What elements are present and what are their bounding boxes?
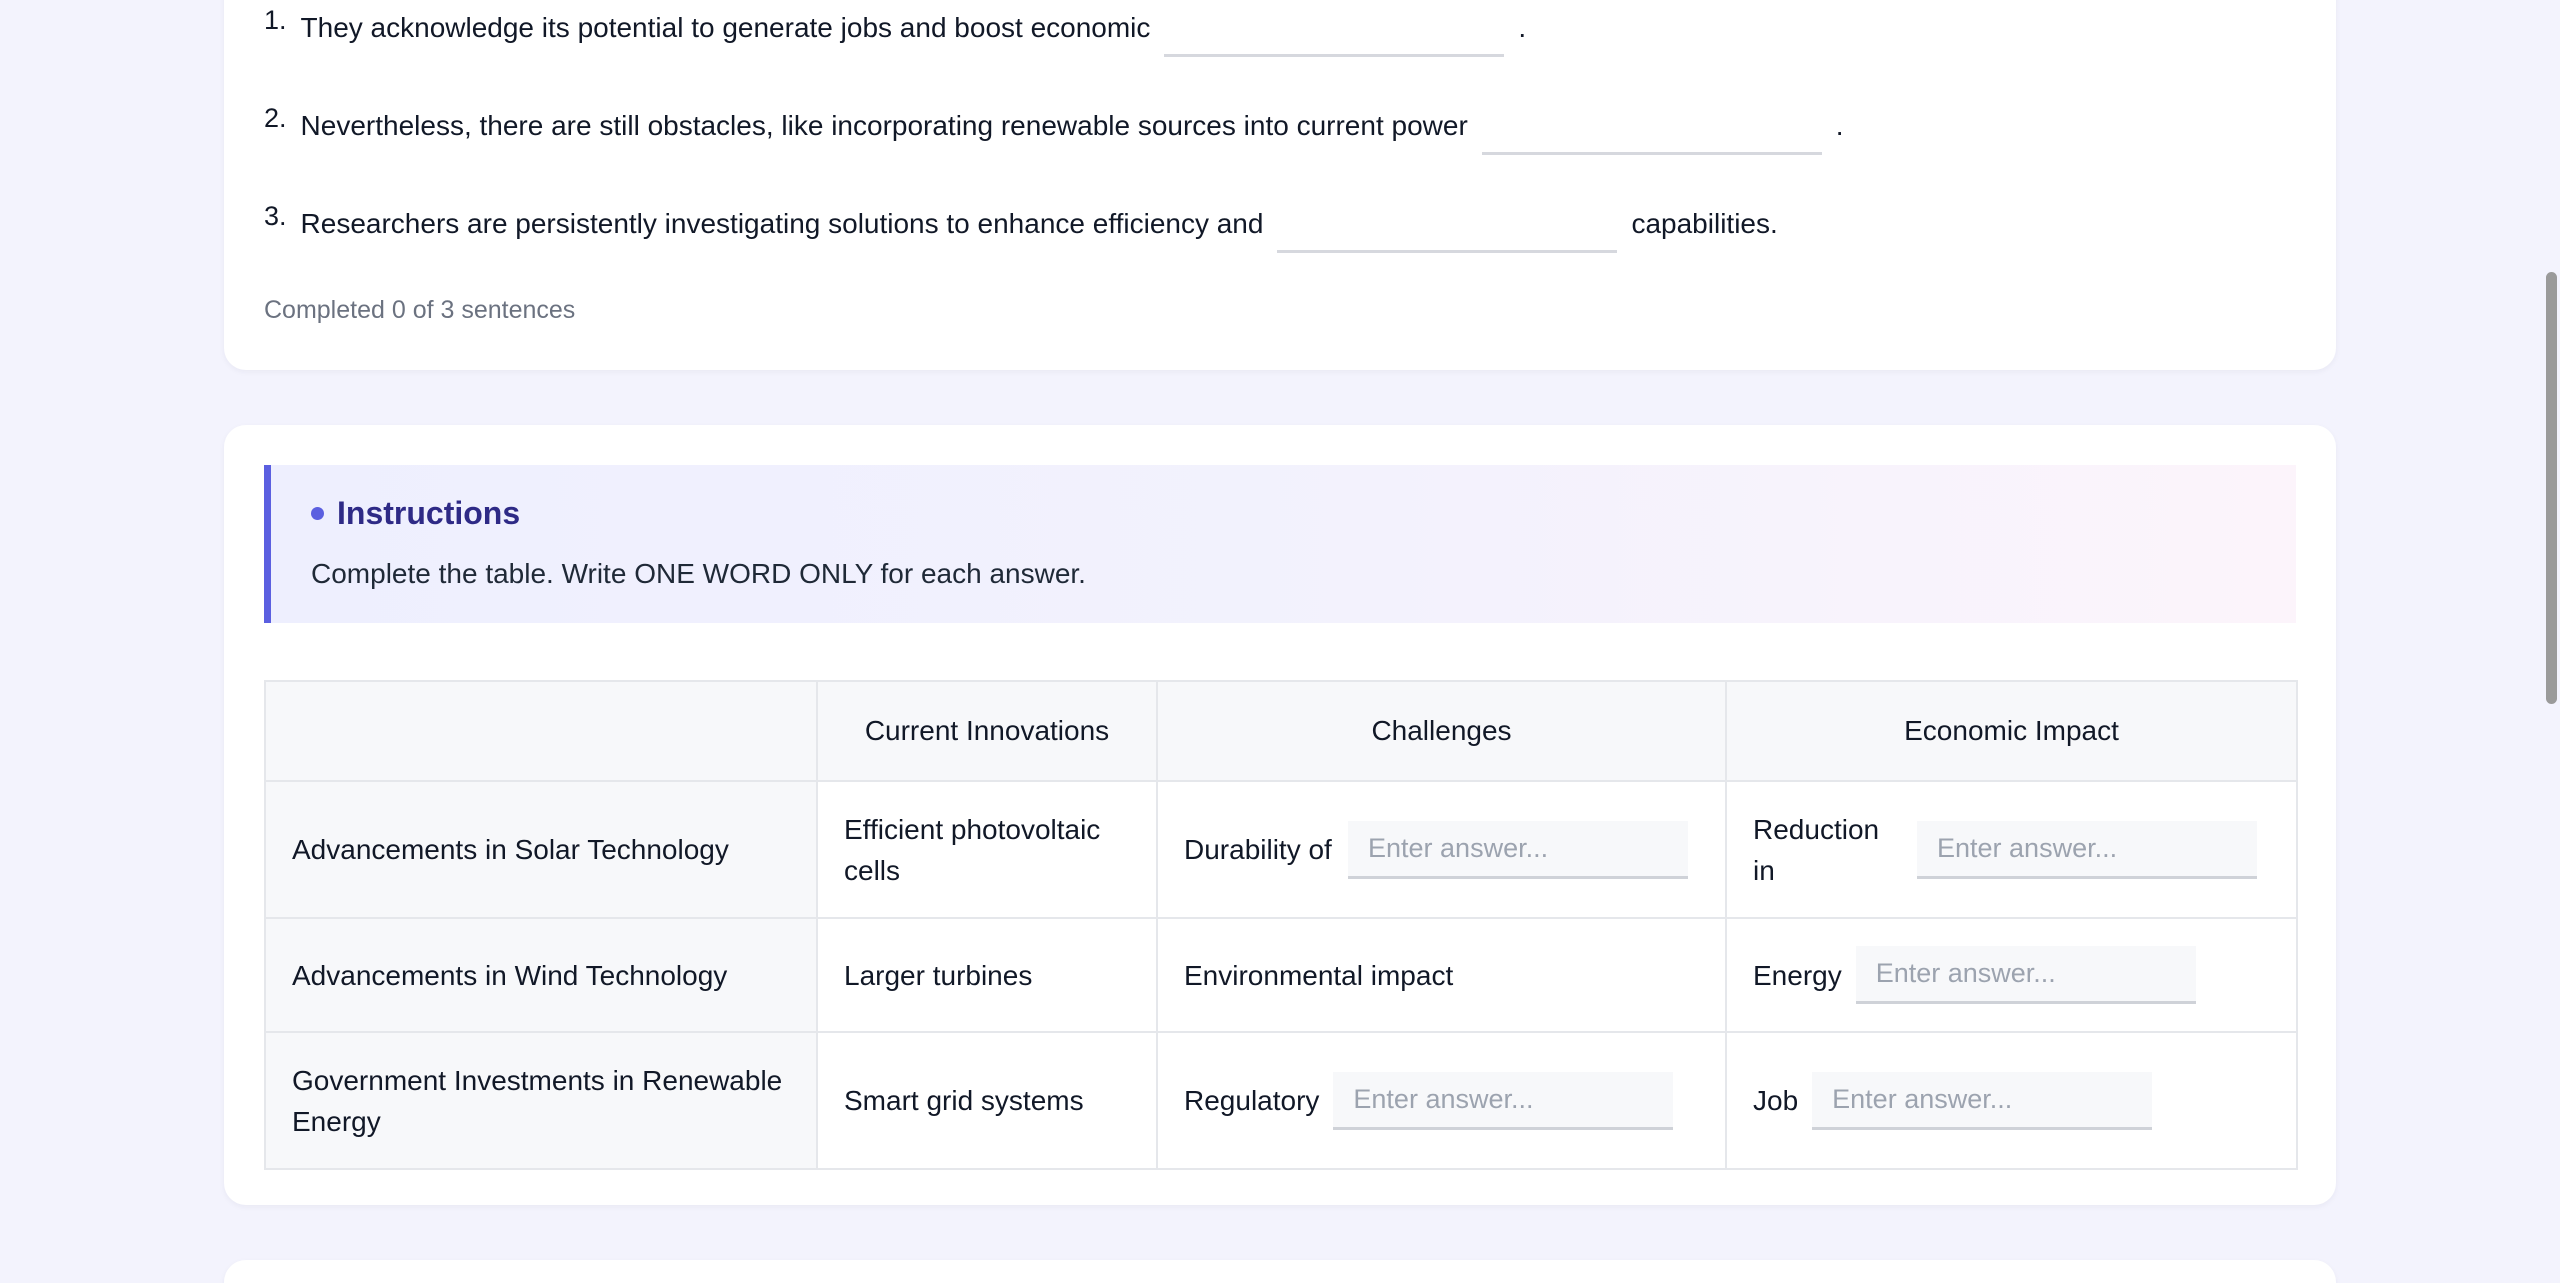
challenge-prefix: Durability of: [1184, 834, 1332, 865]
table-row: Advancements in Solar Technology Efficie…: [264, 780, 2298, 919]
instructions-header: Instructions: [311, 495, 520, 532]
sentence-completion-card: 1. They acknowledge its potential to gen…: [224, 0, 2336, 370]
row-label: Advancements in Solar Technology: [264, 780, 818, 919]
row-label: Advancements in Wind Technology: [264, 917, 818, 1033]
table-header-economic-impact: Economic Impact: [1725, 680, 2298, 782]
sentence-text-after: .: [1518, 12, 1527, 43]
sentence-text-after: .: [1835, 110, 1844, 141]
impact-cell: Reduction in: [1725, 780, 2298, 919]
impact-cell: Energy: [1725, 917, 2298, 1033]
impact-prefix: Energy: [1753, 959, 1842, 991]
sentence-3-blank-input[interactable]: [1277, 204, 1618, 253]
page: 1. They acknowledge its potential to gen…: [0, 0, 2560, 1283]
sentence-2: 2. Nevertheless, there are still obstacl…: [264, 103, 1844, 155]
sentence-2-blank-input[interactable]: [1481, 106, 1822, 155]
vertical-scrollbar[interactable]: [2540, 0, 2560, 1283]
sentence-number: 2.: [264, 103, 287, 133]
table-header-challenges: Challenges: [1156, 680, 1727, 782]
answer-input[interactable]: [1348, 820, 1688, 879]
answer-input[interactable]: [1812, 1071, 2153, 1130]
challenge-cell: Durability of: [1156, 780, 1727, 919]
answer-input[interactable]: [1333, 1071, 1674, 1130]
innovation-cell: Smart grid systems: [816, 1031, 1158, 1170]
sentence-number: 1.: [264, 5, 287, 35]
answer-input[interactable]: [1917, 820, 2257, 879]
table-header-empty: [264, 680, 818, 782]
completion-table: Current Innovations Challenges Economic …: [264, 680, 2298, 1170]
bullet-dot-icon: [311, 507, 324, 520]
sentence-1-blank-input[interactable]: [1164, 8, 1505, 57]
sentence-text-before: They acknowledge its potential to genera…: [300, 12, 1151, 43]
next-section-card: [224, 1260, 2336, 1283]
challenge-cell: Regulatory: [1156, 1031, 1727, 1170]
table-completion-card: Instructions Complete the table. Write O…: [224, 425, 2336, 1205]
innovation-cell: Larger turbines: [816, 917, 1158, 1033]
sentence-number: 3.: [264, 201, 287, 231]
innovation-cell: Efficient photovoltaic cells: [816, 780, 1158, 919]
challenge-prefix: Regulatory: [1184, 1085, 1320, 1116]
table-row: Advancements in Wind Technology Larger t…: [264, 917, 2298, 1033]
instructions-box: Instructions Complete the table. Write O…: [264, 465, 2296, 623]
answer-input[interactable]: [1855, 946, 2196, 1004]
table-header-row: Current Innovations Challenges Economic …: [264, 680, 2298, 782]
completion-progress: Completed 0 of 3 sentences: [264, 296, 576, 324]
sentence-text-before: Nevertheless, there are still obstacles,…: [300, 110, 1468, 141]
sentence-3: 3. Researchers are persistently investig…: [264, 201, 1778, 253]
sentence-text-before: Researchers are persistently investigati…: [300, 208, 1264, 239]
scrollbar-thumb[interactable]: [2546, 272, 2557, 704]
impact-prefix: Reduction in: [1753, 813, 1880, 886]
impact-prefix: Job: [1753, 1085, 1799, 1116]
instructions-text: Complete the table. Write ONE WORD ONLY …: [311, 558, 1086, 589]
table-row: Government Investments in Renewable Ener…: [264, 1031, 2298, 1170]
instructions-title: Instructions: [337, 495, 521, 531]
table-header-innovations: Current Innovations: [816, 680, 1158, 782]
sentence-text-after: capabilities.: [1631, 208, 1778, 239]
challenge-cell: Environmental impact: [1156, 917, 1727, 1033]
impact-cell: Job: [1725, 1031, 2298, 1170]
row-label: Government Investments in Renewable Ener…: [264, 1031, 818, 1170]
sentence-1: 1. They acknowledge its potential to gen…: [264, 5, 1527, 57]
